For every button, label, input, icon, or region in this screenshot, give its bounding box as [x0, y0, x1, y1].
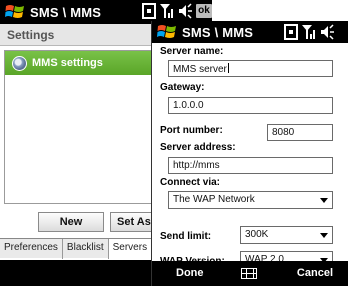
server-name-label: Server name:	[160, 46, 224, 57]
new-button[interactable]: New	[38, 212, 104, 232]
send-limit-label: Send limit:	[160, 231, 212, 242]
server-address-field[interactable]: http://mms	[168, 157, 333, 174]
windows-start-icon[interactable]	[5, 2, 25, 22]
background-window-title: SMS \ MMS	[30, 4, 102, 20]
windows-start-icon[interactable]	[157, 22, 177, 42]
port-number-label: Port number:	[160, 125, 223, 136]
chevron-down-icon	[320, 198, 328, 203]
cancel-softkey[interactable]: Cancel	[297, 267, 333, 279]
send-limit-select[interactable]: 300K	[240, 226, 333, 244]
connect-via-label: Connect via:	[160, 177, 221, 188]
port-number-field[interactable]: 8080	[267, 124, 333, 141]
tab-servers[interactable]: Servers	[108, 239, 153, 259]
chevron-down-icon	[320, 233, 328, 238]
ok-button[interactable]: ok	[196, 4, 212, 18]
keyboard-icon[interactable]	[241, 268, 257, 279]
softkey-bar: Done Cancel	[152, 261, 348, 286]
h-network-icon	[284, 24, 298, 40]
connect-via-value: The WAP Network	[173, 194, 255, 205]
speaker-icon	[179, 3, 192, 19]
signal-icon	[302, 25, 315, 39]
list-item-label: MMS settings	[32, 57, 103, 69]
server-address-label: Server address:	[160, 142, 236, 153]
signal-icon	[160, 4, 173, 18]
gateway-field[interactable]: 1.0.0.0	[168, 97, 333, 114]
connect-via-select[interactable]: The WAP Network	[168, 191, 333, 209]
server-name-field[interactable]: MMS server	[168, 60, 333, 77]
mms-server-dialog: SMS \ MMS Server name: MMS server Gatewa…	[151, 21, 348, 286]
speaker-icon	[321, 24, 334, 40]
dialog-title: SMS \ MMS	[182, 24, 254, 40]
done-softkey[interactable]: Done	[176, 267, 204, 279]
dialog-title-bar: SMS \ MMS	[152, 21, 348, 43]
mms-settings-icon	[12, 55, 27, 71]
send-limit-value: 300K	[245, 229, 269, 240]
tab-blacklist[interactable]: Blacklist	[63, 239, 109, 259]
h-network-icon	[142, 3, 156, 19]
gateway-label: Gateway:	[160, 82, 205, 93]
server-name-value: MMS server	[173, 64, 227, 75]
tab-preferences[interactable]: Preferences	[0, 239, 63, 259]
